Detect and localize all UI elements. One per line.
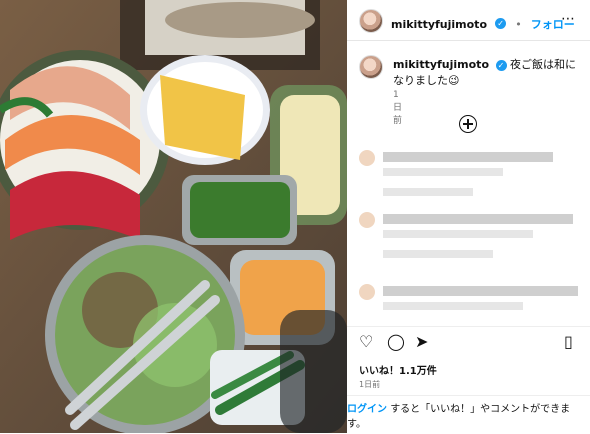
blurred-comment-line (383, 230, 533, 238)
blurred-comment-line (383, 188, 473, 196)
post-time: 1日前 (359, 380, 381, 389)
blurred-avatar (359, 150, 375, 166)
caption-avatar[interactable] (359, 55, 383, 79)
caption-username[interactable]: mikittyfujimoto (393, 58, 489, 71)
login-prompt: ログイン すると「いいね！」やコメントができます。 (347, 395, 590, 434)
like-heart-icon[interactable]: ♡ (359, 334, 373, 350)
likes-count[interactable]: いいね！1.1万件 (359, 362, 437, 377)
post-header: mikittyfujimoto ✓ • フォロー ⋯ (347, 0, 590, 41)
login-link[interactable]: ログイン (347, 404, 387, 415)
blurred-comment-line (383, 152, 553, 162)
bookmark-icon[interactable]: ▯ (564, 334, 573, 350)
post-photo[interactable] (0, 0, 347, 433)
actions-bar: ♡ ◯ ➤ ▯ (347, 326, 590, 355)
caption-time: 1日前 (393, 90, 403, 126)
blurred-comment-line (383, 286, 578, 296)
blurred-avatar (359, 284, 375, 300)
username[interactable]: mikittyfujimoto (391, 18, 487, 31)
separator-dot: • (515, 18, 522, 31)
blurred-comment-line (383, 250, 493, 258)
login-text: ログイン すると「いいね！」やコメントができます。 (347, 402, 582, 432)
blurred-comment-line (383, 302, 523, 310)
food-photo-art (0, 0, 347, 433)
post-sidebar: mikittyfujimoto ✓ • フォロー ⋯ mikittyfujimo… (347, 0, 590, 433)
load-more-comments-icon[interactable] (459, 115, 477, 133)
share-send-icon[interactable]: ➤ (415, 334, 428, 350)
caption-verified-badge-icon: ✓ (495, 59, 507, 71)
comment-icon[interactable]: ◯ (387, 334, 405, 350)
blurred-avatar (359, 212, 375, 228)
blurred-comment-line (383, 168, 503, 176)
avatar[interactable] (359, 9, 383, 33)
blurred-comment-line (383, 214, 573, 224)
caption-text: mikittyfujimoto ✓ 夜ご飯は和になりました😉 (393, 57, 583, 89)
instagram-post: mikittyfujimoto ✓ • フォロー ⋯ mikittyfujimo… (0, 0, 590, 433)
more-options-icon[interactable]: ⋯ (561, 11, 576, 27)
verified-badge-icon: ✓ (495, 18, 507, 29)
header-row: mikittyfujimoto ✓ • フォロー (391, 13, 575, 32)
